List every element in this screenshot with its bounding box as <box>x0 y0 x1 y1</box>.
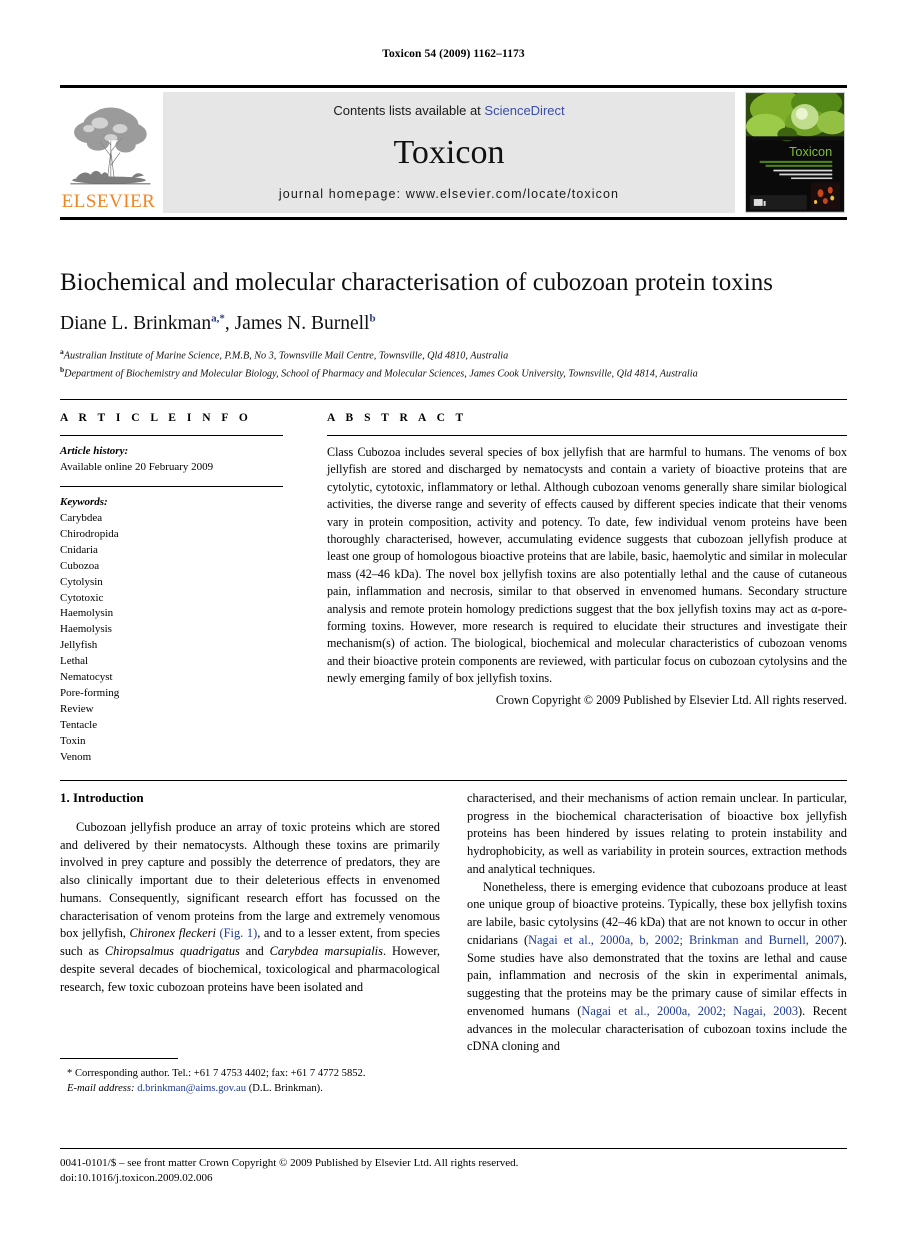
keyword-item: Jellyfish <box>60 639 98 652</box>
species-name: Carybdea marsupialis <box>269 944 383 959</box>
divider <box>327 435 847 436</box>
article-history-value: Available online 20 February 2009 <box>60 460 214 473</box>
contents-available-line: Contents lists available at ScienceDirec… <box>333 103 564 118</box>
page-title: Biochemical and molecular characterisati… <box>60 269 773 296</box>
info-abstract-band: A R T I C L E I N F O Article history: A… <box>60 399 847 781</box>
keyword-item: Review <box>60 703 94 716</box>
species-name: Chironex fleckeri <box>129 926 216 941</box>
banner-center: Contents lists available at ScienceDirec… <box>163 92 735 213</box>
article-page: Toxicon 54 (2009) 1162–1173 ELSEVIER Con… <box>0 0 907 1238</box>
keyword-item: Cytolysin <box>60 575 103 588</box>
email-link[interactable]: d.brinkman@aims.gov.au <box>137 1083 246 1094</box>
divider <box>60 485 283 487</box>
journal-cover[interactable]: Toxicon <box>743 92 847 213</box>
author-name: James N. Burnell <box>234 312 370 334</box>
keyword-item: Haemolysis <box>60 623 112 636</box>
abstract-copyright: Crown Copyright © 2009 Published by Else… <box>495 692 847 707</box>
affiliation-item: aAustralian Institute of Marine Science,… <box>60 346 847 364</box>
author-name: Diane L. Brinkman <box>60 312 212 334</box>
journal-homepage-link[interactable]: journal homepage: www.elsevier.com/locat… <box>279 187 619 201</box>
keyword-item: Carybdea <box>60 511 103 524</box>
author-list: Diane L. Brinkmana,*, James N. Burnellb <box>60 312 376 334</box>
keyword-item: Nematocyst <box>60 671 113 684</box>
corresponding-author-text: Corresponding author. Tel.: +61 7 4753 4… <box>74 1068 366 1079</box>
page-footer: 0041-0101/$ – see front matter Crown Cop… <box>60 1148 847 1186</box>
article-info-heading: A R T I C L E I N F O <box>60 412 252 424</box>
journal-cover-thumbnail: Toxicon <box>745 92 845 213</box>
paragraph-part: Cubozoan jellyfish produce an array of t… <box>60 820 440 941</box>
abstract-text: Class Cubozoa includes several species o… <box>327 445 847 686</box>
keywords-label: Keywords: <box>60 495 108 508</box>
elsevier-tree-icon <box>69 107 150 185</box>
figure-citation-link[interactable]: (Fig. 1) <box>220 926 258 940</box>
body-column-left: 1. Introduction Cubozoan jellyfish produ… <box>60 790 440 1090</box>
section-heading-introduction: 1. Introduction <box>60 790 144 805</box>
keyword-item: Cubozoa <box>60 559 100 572</box>
keyword-item: Pore-forming <box>60 687 120 700</box>
body-column-right: characterised, and their mechanisms of a… <box>467 790 847 1090</box>
running-head: Toxicon 54 (2009) 1162–1173 <box>382 48 525 60</box>
affiliation-text: Australian Institute of Marine Science, … <box>63 350 509 362</box>
divider <box>60 435 283 436</box>
keyword-item: Lethal <box>60 655 89 668</box>
author-mark: b <box>369 312 376 324</box>
svg-text:Toxicon: Toxicon <box>789 144 832 159</box>
keyword-item: Cnidaria <box>60 543 98 556</box>
author-mark: a,* <box>211 312 225 324</box>
abstract-heading: A B S T R A C T <box>327 412 468 424</box>
species-name: Chiropsalmus quadrigatus <box>104 944 240 959</box>
email-owner: (D.L. Brinkman). <box>248 1083 323 1095</box>
keyword-item: Cytotoxic <box>60 591 104 604</box>
article-info-column: A R T I C L E I N F O Article history: A… <box>60 412 305 766</box>
footnote-line-2: E-mail address: d.brinkman@aims.gov.au (… <box>60 1081 440 1096</box>
corresponding-author-footnote: * Corresponding author. Tel.: +61 7 4753… <box>60 1058 440 1096</box>
keyword-item: Chirodropida <box>60 527 119 540</box>
introduction-paragraph-2: Nonetheless, there is emerging evidence … <box>467 879 847 1056</box>
body-columns: 1. Introduction Cubozoan jellyfish produ… <box>60 790 847 1090</box>
keyword-item: Toxin <box>60 734 86 747</box>
divider <box>60 1058 178 1059</box>
journal-title: Toxicon <box>393 133 505 171</box>
article-history-label: Article history: <box>60 445 129 457</box>
elsevier-logo: ELSEVIER <box>60 92 157 213</box>
sciencedirect-link[interactable]: ScienceDirect <box>484 103 564 118</box>
affiliation-list: aAustralian Institute of Marine Science,… <box>60 346 847 381</box>
reference-citation-link[interactable]: Nagai et al., 2000a, 2002; Nagai, 2003 <box>581 1004 798 1018</box>
paragraph-part: and <box>239 944 270 959</box>
footnote-line-1: * Corresponding author. Tel.: +61 7 4753… <box>60 1066 440 1081</box>
elsevier-wordmark: ELSEVIER <box>61 191 156 212</box>
keyword-item: Haemolysin <box>60 607 114 620</box>
introduction-paragraph-1: Cubozoan jellyfish produce an array of t… <box>60 819 440 996</box>
affiliation-item: bDepartment of Biochemistry and Molecula… <box>60 364 847 382</box>
keyword-item: Tentacle <box>60 719 98 731</box>
contents-prefix: Contents lists available at <box>333 103 481 118</box>
doi-line[interactable]: doi:10.1016/j.toxicon.2009.02.006 <box>60 1171 847 1186</box>
introduction-paragraph-1-continued: characterised, and their mechanisms of a… <box>467 791 847 876</box>
abstract-column: A B S T R A C T Class Cubozoa includes s… <box>305 412 847 766</box>
affiliation-text: Department of Biochemistry and Molecular… <box>64 367 698 379</box>
email-address-label: E-mail address: <box>67 1083 135 1095</box>
keyword-item: Venom <box>60 750 92 763</box>
reference-citation-link[interactable]: Nagai et al., 2000a, b, 2002; Brinkman a… <box>528 933 840 947</box>
issn-copyright-line: 0041-0101/$ – see front matter Crown Cop… <box>60 1157 519 1169</box>
footnote-marker: * <box>67 1068 73 1079</box>
title-block: Biochemical and molecular characterisati… <box>60 268 847 381</box>
journal-banner: ELSEVIER Contents lists available at Sci… <box>60 85 847 220</box>
keywords-list: Carybdea Chirodropida Cnidaria Cubozoa C… <box>60 511 283 766</box>
